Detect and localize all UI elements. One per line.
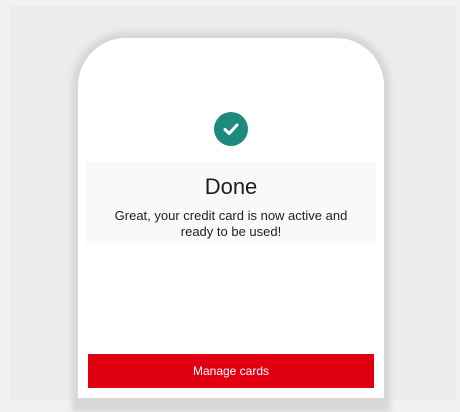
phone-screen: Done Great, your credit card is now acti… bbox=[78, 38, 384, 398]
checkmark-icon bbox=[223, 123, 239, 135]
manage-cards-button[interactable]: Manage cards bbox=[88, 354, 374, 388]
confirmation-message: Great, your credit card is now active an… bbox=[114, 208, 348, 239]
check-circle-icon bbox=[214, 112, 248, 146]
confirmation-title: Done bbox=[204, 174, 258, 199]
